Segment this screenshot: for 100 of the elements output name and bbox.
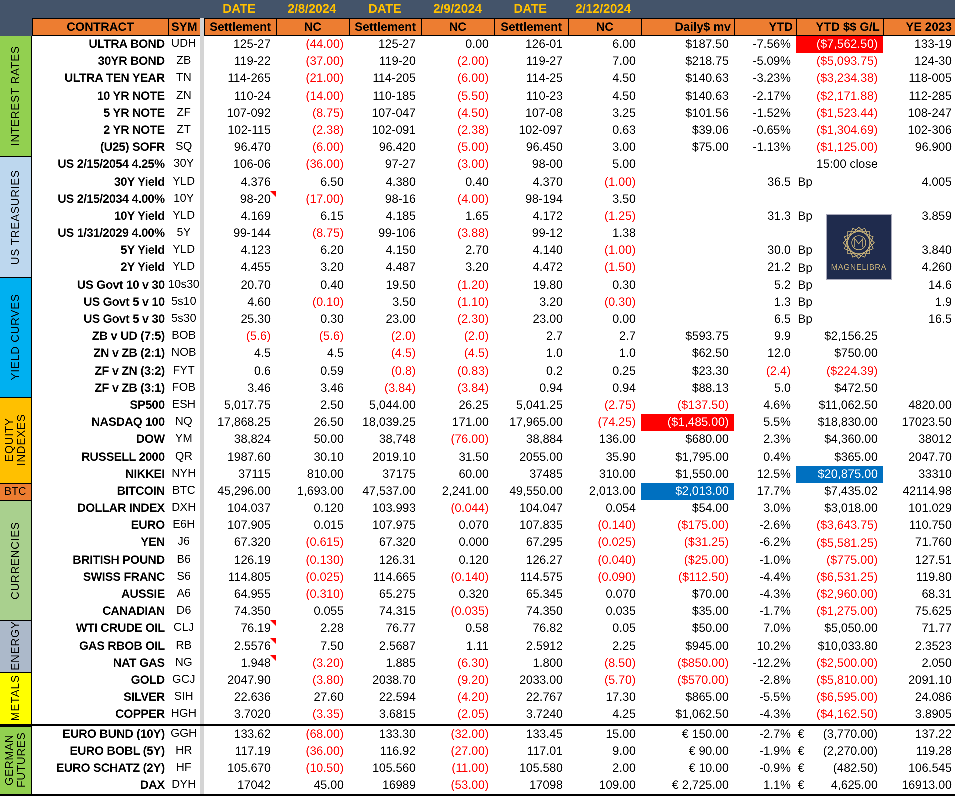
column-header: YTD <box>734 18 796 36</box>
table-cell-text: -7.56% <box>752 36 792 53</box>
table-cell-text: 119-22 <box>234 53 272 70</box>
table-cell-text: 6.15 <box>320 208 345 225</box>
table-cell-text: ($6,531.25) <box>816 568 879 586</box>
table-cell-text: (6.30) <box>456 654 490 672</box>
table-cell-text: 4.185 <box>384 208 417 225</box>
contract-name: 5Y Yield <box>120 242 166 260</box>
table-cell-text: 27.60 <box>312 689 345 706</box>
contract-name: EURO BOBL (5Y) <box>69 742 166 760</box>
table-cell-text: 110-23 <box>526 88 564 105</box>
table-cell-text: $5,050.00 <box>824 620 879 638</box>
symbol: NG <box>174 656 194 671</box>
table-cell-text: 22.594 <box>378 689 417 706</box>
table-cell-text: 38,748 <box>378 431 417 448</box>
table-cell-text: 107.905 <box>226 517 272 534</box>
table-cell-text: 96.900 <box>914 139 953 156</box>
table-cell-text: 14.6 <box>928 276 953 294</box>
symbol: 10s30 <box>168 278 200 293</box>
table-cell-text: 3.6815 <box>378 706 417 724</box>
contract-name: NIKKEI <box>124 466 166 483</box>
table-cell: 76.19 <box>204 620 276 638</box>
symbol: D6 <box>176 604 192 620</box>
symbol: CLJ <box>172 621 196 636</box>
table-cell-text: (5.70) <box>604 672 637 689</box>
table-cell-text: 107.835 <box>518 517 564 534</box>
table-cell-text: (3.20) <box>312 654 345 672</box>
table-cell-text: (0.83) <box>456 362 490 380</box>
table-cell-text: 2047.90 <box>226 672 272 689</box>
table-cell-text: 4.487 <box>384 259 417 276</box>
table-cell-text: 117.01 <box>526 742 564 760</box>
table-cell: (3,770.00) <box>823 726 878 743</box>
table-cell-text: (44.00) <box>304 36 345 53</box>
table-cell-text: 76.82 <box>532 620 564 638</box>
table-cell-text: (0.025) <box>304 568 345 586</box>
table-cell-text: 74.350 <box>233 603 272 620</box>
table-cell-text: ($5,810.00) <box>816 672 879 690</box>
symbol: J6 <box>176 535 192 550</box>
table-cell-text: 0.05 <box>612 620 637 638</box>
table-cell-text: (14.00) <box>304 88 345 105</box>
symbol: GCJ <box>172 672 196 688</box>
table-cell-text: $593.75 <box>684 328 730 346</box>
table-cell-text: 110-24 <box>234 88 272 105</box>
table-cell-text: 0.59 <box>320 362 345 380</box>
table-cell-text: ($3,643.75) <box>816 517 879 534</box>
contract-name: 2 YR NOTE <box>102 122 166 139</box>
table-cell-text: 17,965.00 <box>508 414 564 432</box>
contract-name: EURO <box>130 517 166 534</box>
table-cell-text: 35.90 <box>604 448 637 466</box>
table-cell-text: $472.50 <box>834 380 879 397</box>
table-cell-text: (32.00) <box>450 726 490 742</box>
table-cell-text: (10.50) <box>304 760 345 777</box>
table-cell-text: 137.22 <box>914 726 953 742</box>
table-cell-text: -4.4% <box>758 568 792 586</box>
table-cell-text: 17098 <box>528 777 564 794</box>
table-cell-text: 133-19 <box>914 36 953 53</box>
table-cell-text: 119.28 <box>915 742 953 760</box>
table-cell-text: 22.767 <box>525 689 564 706</box>
table-cell-text: 17042 <box>236 777 272 794</box>
table-cell-text: 17.7% <box>756 482 792 500</box>
table-cell-text: 71.760 <box>914 534 953 552</box>
table-cell-text: 101.029 <box>908 500 953 518</box>
table-cell-text: (6.00) <box>456 70 490 88</box>
table-cell-text: 107-047 <box>370 104 417 122</box>
contract-name: ZF v ZB (3:1) <box>94 380 166 397</box>
table-cell-text: (0.140) <box>450 568 490 586</box>
table-cell-text: 0.015 <box>312 517 345 534</box>
table-cell-text: 3.859 <box>920 208 953 225</box>
column-header: YE 2023 <box>883 18 955 36</box>
contract-name: 30Y Yield <box>113 174 166 190</box>
table-cell-text: € 90.00 <box>688 742 730 760</box>
table-cell-text: 97-27 <box>384 156 417 174</box>
symbol: NQ <box>174 415 194 430</box>
table-cell-text: 37175 <box>382 466 417 483</box>
table-cell-text: 0.054 <box>604 500 637 518</box>
table-cell-text: 2019.10 <box>372 448 417 466</box>
table-cell-text: 0.120 <box>458 552 490 569</box>
table-cell-text: 4.455 <box>240 259 272 276</box>
table-cell-text: 5.5% <box>762 414 792 432</box>
table-cell: ($7,562.50) <box>796 36 883 54</box>
table-cell-text: (4.00) <box>456 190 490 208</box>
table-cell-text: (27.00) <box>450 742 490 760</box>
table-cell-text: (6.00) <box>312 139 345 156</box>
table-cell-text: 126.31 <box>378 552 417 569</box>
table-cell-text: 102-091 <box>370 122 417 139</box>
table-cell-text: (8.50) <box>604 654 637 672</box>
table-cell-text: 110.750 <box>908 517 953 534</box>
symbol: NOB <box>170 346 198 362</box>
table-cell-text: -5.09% <box>752 53 792 70</box>
table-cell-text: 4.123 <box>240 242 272 260</box>
table-cell-text: € 10.00 <box>688 760 730 777</box>
contract-name: 10 YR NOTE <box>96 88 166 105</box>
table-cell: $2,013.00 <box>641 482 734 500</box>
table-cell-text: (0.8) <box>390 362 417 380</box>
table-cell-text: 3.20 <box>464 259 490 276</box>
table-cell-text: 65.275 <box>378 586 417 603</box>
category-label: METALS <box>10 675 22 722</box>
contract-name: YEN <box>140 534 166 552</box>
table-cell-text: ($5,093.75) <box>816 53 879 70</box>
table-cell-text: $54.00 <box>691 500 730 518</box>
